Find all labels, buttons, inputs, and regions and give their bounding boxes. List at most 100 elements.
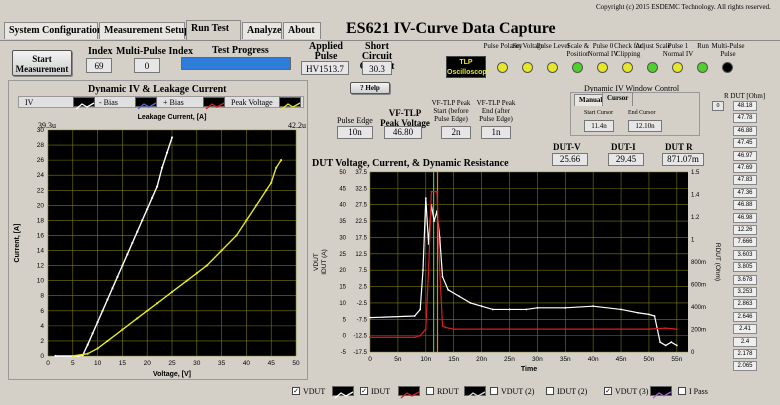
legend-minus-bias-swatch — [135, 97, 157, 110]
legend-peak-voltage-label: Peak Voltage — [231, 98, 273, 107]
dut-v-value: 25.66 — [552, 153, 588, 166]
rdut-checkbox[interactable] — [426, 387, 434, 395]
iv-x-axis-label: Voltage, [V] — [153, 371, 191, 378]
dut-series-point — [419, 308, 422, 311]
iv-series-point — [170, 290, 174, 294]
dut-r-label: DUT R — [665, 142, 693, 152]
start-measurement-button[interactable]: Start Measurement — [12, 50, 72, 76]
dut-y-tick: 35 — [339, 219, 346, 225]
indicator-led — [672, 62, 683, 73]
dut-series-point — [452, 328, 455, 330]
end-cursor-value[interactable]: 12.10n — [628, 120, 662, 132]
applied-pulse-value: HV1513.7 — [301, 61, 349, 75]
ipass-checkbox[interactable] — [678, 387, 686, 395]
iv-x-tick: 45 — [268, 360, 276, 367]
iv-series-point — [255, 204, 258, 207]
dut-series-point — [441, 275, 444, 278]
dut-y2-tick: 22.5 — [355, 219, 367, 225]
dut-y3-tick: 600m — [691, 283, 706, 289]
dut-series-point — [369, 336, 371, 339]
iv-series-point — [136, 317, 139, 320]
rdut-index[interactable]: 0 — [712, 101, 724, 111]
iv-y-tick: 16 — [37, 232, 45, 239]
iv-x-tick: 10 — [94, 360, 102, 367]
dut-i-value: 29.45 — [608, 153, 644, 166]
rdut-cell: 2.178 — [733, 349, 757, 359]
dut-y2-tick: -7.5 — [357, 317, 368, 323]
vdut3-checkbox[interactable]: ✓ — [604, 387, 612, 395]
iv-x-tick: 20 — [144, 360, 152, 367]
start-cursor-value[interactable]: 11.4n — [584, 120, 614, 132]
tab-analyze[interactable]: Analyze — [242, 22, 282, 39]
dut-series-point — [422, 269, 424, 272]
tab-run-test[interactable]: Run Test — [186, 20, 241, 40]
dut-series-point — [444, 326, 447, 329]
vdut3-legend-swatch — [650, 386, 672, 399]
dut-series-point — [536, 306, 539, 309]
vf-tlp-peak-value: 46.80 — [384, 126, 422, 139]
dut-series-point — [369, 316, 371, 319]
dut-series-point — [592, 328, 595, 330]
idut2-checkbox[interactable] — [546, 387, 554, 395]
iv-y-tick: 18 — [37, 217, 45, 224]
pulse-edge-value[interactable]: 10n — [337, 126, 373, 139]
help-button[interactable]: ? Help — [350, 82, 390, 94]
peak-start-value[interactable]: 2n — [441, 126, 471, 139]
dut-y2-tick: 17.5 — [355, 235, 367, 241]
dut-i-label: DUT-I — [611, 142, 636, 152]
rdut-cell: 3.805 — [733, 262, 757, 273]
dut-x-axis-label: Time — [521, 366, 537, 373]
help-label: Help — [365, 84, 380, 92]
tab-about[interactable]: About — [283, 22, 321, 39]
dut-series-point — [480, 305, 483, 308]
iv-y-tick: 20 — [37, 202, 45, 209]
peak-start-label: VF-TLP Peak Start (before Pulse Edge) — [431, 99, 471, 123]
iv-series-point — [86, 352, 89, 355]
rdut-cell: 46.88 — [733, 200, 757, 211]
iv-y-tick: 2 — [40, 338, 44, 345]
idut-checkbox[interactable]: ✓ — [360, 387, 368, 395]
iv-panel-title: Dynamic IV & Leakage Current — [88, 84, 227, 95]
rdut-cell: 48.18 — [733, 101, 757, 111]
dut-y-tick: 10 — [339, 301, 346, 307]
dut-series-point — [564, 306, 567, 309]
iv-y-tick: 12 — [37, 263, 45, 270]
rdut-legend-label: RDUT — [437, 387, 459, 396]
dut-y-tick: 50 — [339, 170, 346, 176]
dut-series-point — [433, 220, 436, 222]
dut-y3-axis-label: RDUT (Ohm) — [714, 243, 721, 281]
dut-x-tick: 50n — [644, 356, 655, 363]
dut-series-point — [664, 327, 667, 330]
legend-iv-swatch — [73, 97, 95, 110]
tab-system-configuration[interactable]: System Configuration — [4, 22, 103, 39]
dut-series-point — [436, 190, 438, 193]
iv-series-point — [146, 309, 149, 312]
iv-y-tick: 10 — [37, 278, 45, 285]
iv-series-point — [111, 287, 114, 290]
dut-y-tick: 25 — [339, 252, 346, 258]
peak-end-value[interactable]: 1n — [481, 126, 511, 139]
vdut-checkbox[interactable]: ✓ — [292, 387, 300, 395]
vdut-legend-label: VDUT — [303, 387, 326, 396]
multi-pulse-index-label: Multi-Pulse Index — [116, 46, 193, 57]
dut-series-point — [508, 328, 511, 330]
indicator-led — [647, 62, 658, 73]
help-icon: ? — [360, 84, 364, 92]
dut-series-point — [469, 302, 472, 304]
tab-cursor[interactable]: Cursor — [602, 92, 634, 106]
iv-series-point — [235, 234, 238, 237]
dut-series-point — [447, 288, 450, 291]
iv-x-tick: 15 — [119, 360, 127, 367]
iv-y-tick: 14 — [37, 248, 45, 255]
iv-series-point — [270, 181, 273, 184]
iv-y-axis-label: Current, [A] — [14, 224, 21, 263]
bottom-legend: ✓ VDUT ✓ IDUT RDUT VDUT (2) IDUT (2) ✓ V… — [288, 384, 728, 400]
iv-chart-title: Leakage Current, [A] — [138, 114, 207, 121]
iv-x-tick: 50 — [292, 360, 300, 367]
vdut2-checkbox[interactable] — [490, 387, 498, 395]
tab-measurement-setup[interactable]: Measurement Setup — [99, 22, 190, 39]
rdut-legend-swatch — [464, 386, 486, 399]
vdut-legend-swatch — [332, 386, 354, 399]
dut-series-point — [648, 313, 650, 316]
indicator-led — [597, 62, 608, 73]
